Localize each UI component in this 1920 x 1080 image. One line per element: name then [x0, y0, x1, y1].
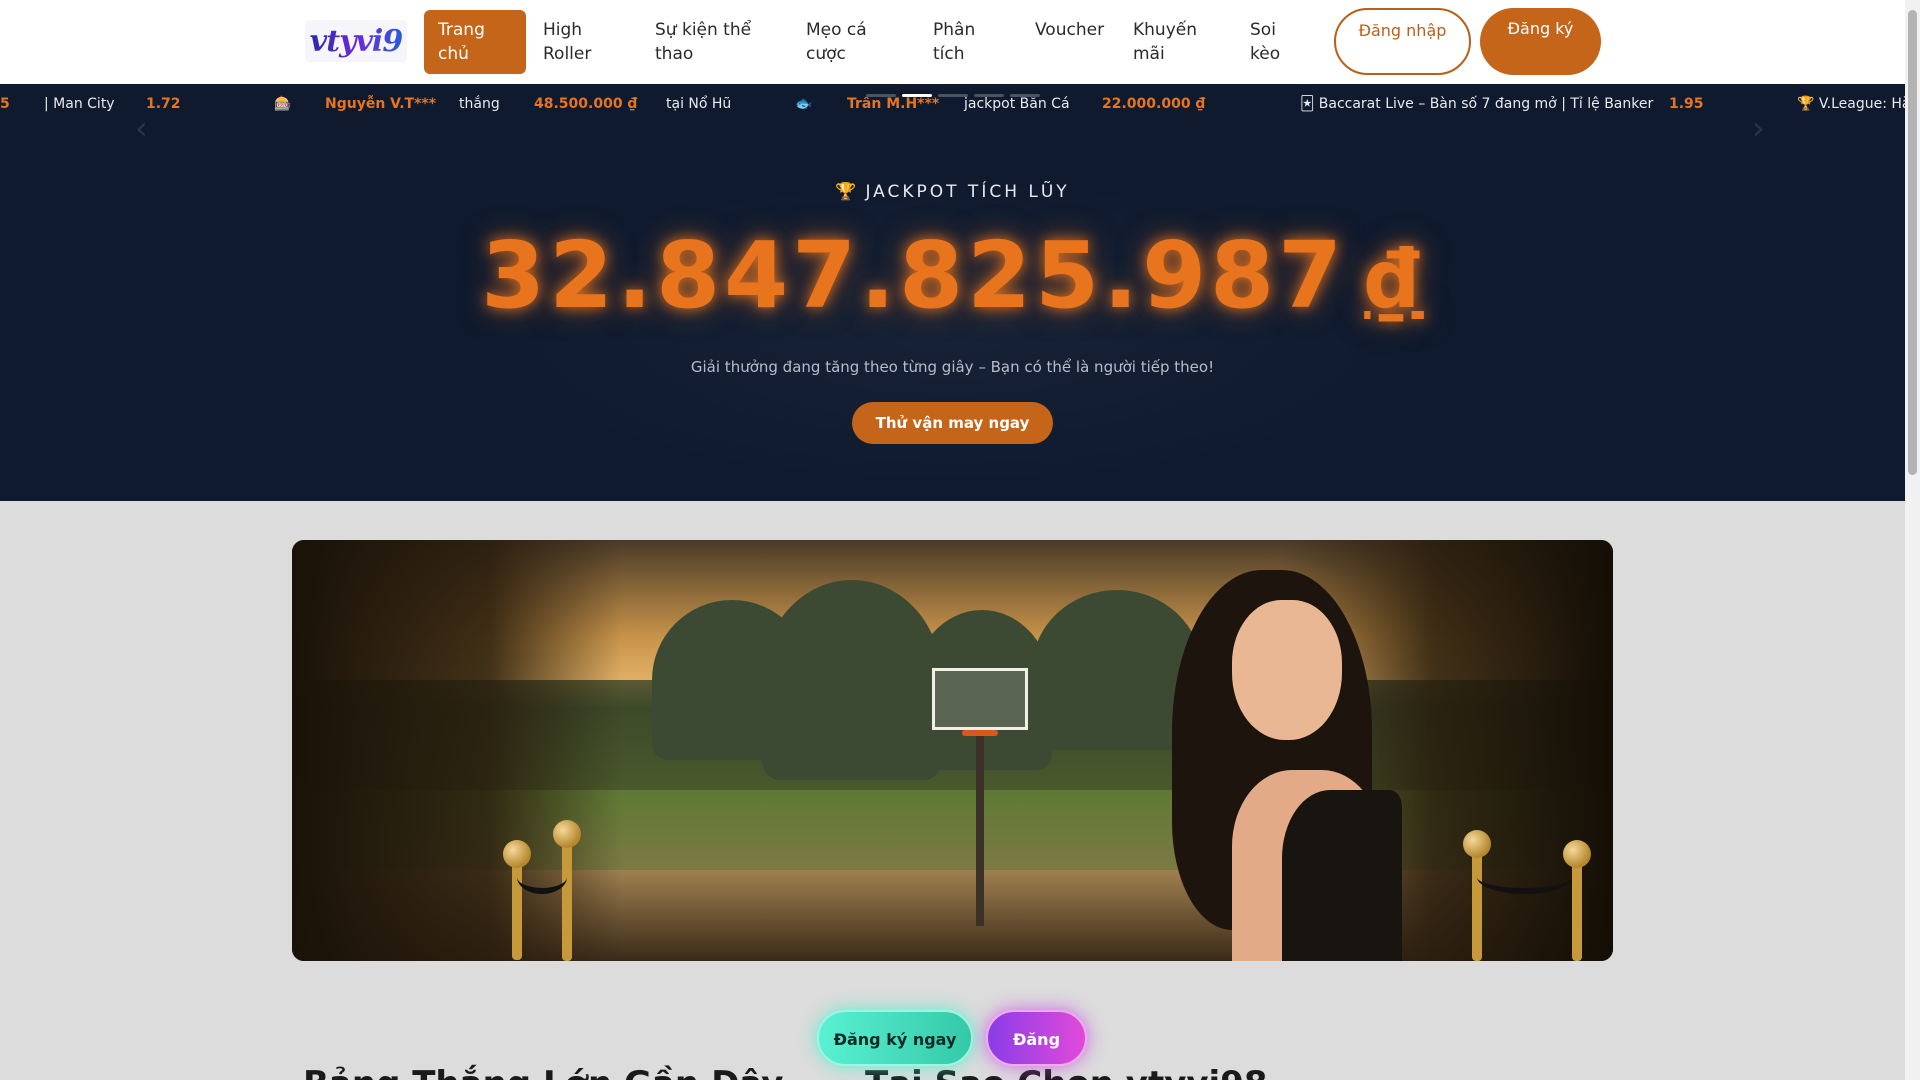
ticker-text: 🏆 V.League: Hà — [1797, 96, 1905, 112]
ticker-text: 5 — [0, 96, 10, 112]
jackpot-amount-value: 32.847.825.987 — [481, 222, 1347, 329]
nav-item-analysis[interactable]: Phân tích — [919, 10, 1019, 74]
fish-icon: 🐟 — [795, 96, 813, 112]
ticker-amount: 48.500.000 ₫ — [534, 96, 638, 112]
chevron-right-icon[interactable]: › — [1752, 109, 1765, 147]
section-title-big-wins: Bảng Thắng Lớn Gần Đây — [303, 1064, 783, 1080]
register-button[interactable]: Đăng ký — [1480, 8, 1601, 75]
floating-login-button[interactable]: Đăng nhập — [986, 1010, 1087, 1066]
site-logo[interactable]: vtyvi9 — [305, 20, 407, 62]
nav-item-home[interactable]: Trang chủ — [424, 10, 526, 74]
nav-item-betting-tips[interactable]: Mẹo cá cược — [792, 10, 912, 74]
jackpot-glow — [456, 172, 1446, 492]
ticker-text: 🃏 Baccarat Live – Bàn số 7 đang mở | Tỉ … — [1300, 96, 1654, 112]
carousel-dot[interactable] — [938, 94, 968, 97]
jackpot-label: 🏆 JACKPOT TÍCH LŨY — [0, 182, 1905, 202]
ticker-winner: Trần M.H*** — [847, 96, 940, 112]
promo-banner-image[interactable] — [292, 540, 1613, 961]
ticker-text: thắng — [459, 96, 500, 112]
carousel-dot-active[interactable] — [902, 94, 932, 97]
jackpot-amount: 32.847.825.987 ₫ — [0, 222, 1905, 329]
ticker-winner: Nguyễn V.T*** — [325, 96, 437, 112]
try-luck-button[interactable]: Thử vận may ngay — [852, 402, 1053, 444]
carousel-dot[interactable] — [1010, 94, 1040, 97]
nav-item-odds-review[interactable]: Soi kèo — [1236, 10, 1316, 74]
page-scrollbar[interactable] — [1905, 0, 1920, 1080]
ticker-odds: 1.95 — [1669, 96, 1704, 112]
scrollbar-thumb[interactable] — [1908, 10, 1917, 475]
jackpot-hero: 5 | Man City 1.72 🎰 Nguyễn V.T*** thắng … — [0, 84, 1905, 501]
logo-text: vtyvi9 — [309, 23, 403, 59]
nav-item-voucher[interactable]: Voucher — [1021, 10, 1121, 74]
ticker-text: jackpot Bắn Cá — [964, 96, 1070, 112]
ticker-text: | Man City — [44, 96, 115, 112]
nav-item-promotions[interactable]: Khuyến mãi — [1119, 10, 1219, 74]
ticker-amount: 22.000.000 ₫ — [1102, 96, 1206, 112]
login-button[interactable]: Đăng nhập — [1334, 8, 1471, 75]
carousel-dots — [866, 94, 1040, 97]
jackpot-subtitle: Giải thưởng đang tăng theo từng giây – B… — [690, 358, 1215, 376]
floating-register-button[interactable]: Đăng ký ngay — [817, 1010, 973, 1066]
basketball-hoop — [932, 668, 1028, 730]
jackpot-currency: ₫ — [1364, 233, 1424, 326]
slot-icon: 🎰 — [274, 96, 292, 112]
jackpot-label-text: JACKPOT TÍCH LŨY — [865, 182, 1070, 202]
carousel-dot[interactable] — [866, 94, 896, 97]
model-figure — [1132, 540, 1432, 961]
site-header: vtyvi9 Trang chủ High Roller Sự kiện thể… — [0, 0, 1905, 84]
carousel-dot[interactable] — [974, 94, 1004, 97]
trophy-icon: 🏆 — [835, 182, 860, 202]
chevron-left-icon[interactable]: ‹ — [135, 109, 148, 147]
ticker-odds: 1.72 — [146, 96, 181, 112]
nav-item-high-roller[interactable]: High Roller — [529, 10, 639, 74]
ticker-text: tại Nổ Hũ — [666, 96, 732, 112]
nav-item-sports-events[interactable]: Sự kiện thể thao — [641, 10, 791, 74]
live-ticker: 5 | Man City 1.72 🎰 Nguyễn V.T*** thắng … — [0, 84, 1905, 124]
